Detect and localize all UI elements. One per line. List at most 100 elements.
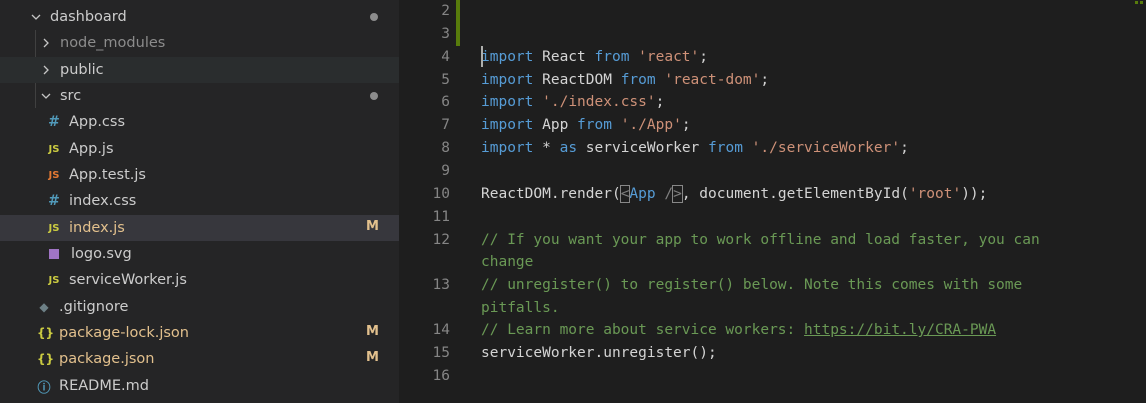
explorer-item-label: dashboard [50, 9, 127, 25]
line-number: 15 [432, 345, 450, 361]
code-line-4[interactable]: import React from 'react'; [481, 46, 708, 69]
explorer-item-label: App.js [69, 141, 114, 157]
string-token: './index.css' [542, 94, 656, 110]
explorer-item-label: .gitignore [59, 299, 129, 315]
code-editor[interactable]: 2 3 4 5 6 7 8 9 10 11 12 13 14 15 16 imp… [399, 0, 1146, 403]
line-number: 5 [441, 72, 450, 88]
chevron-right-icon [40, 64, 52, 76]
modified-badge: M [366, 324, 379, 339]
explorer-item-label: README.md [59, 378, 149, 394]
line-number: 7 [441, 117, 450, 133]
keyword-token: import [481, 94, 534, 110]
chevron-down-icon [30, 11, 42, 23]
css-file-icon: # [48, 193, 60, 209]
code-line-12[interactable]: // If you want your app to work offline … [481, 229, 1040, 252]
punctuation-token: )); [961, 186, 988, 202]
explorer-file-readme-md[interactable]: ⓘ README.md [0, 373, 399, 399]
line-number: 14 [432, 322, 450, 338]
comment-link[interactable]: https://bit.ly/CRA-PWA [804, 322, 996, 338]
chevron-right-icon [40, 37, 52, 49]
keyword-token: as [559, 140, 578, 156]
punctuation-token: ; [699, 49, 708, 65]
git-added-gutter-marker [456, 0, 460, 46]
code-line-15[interactable]: serviceWorker.unregister(); [481, 342, 717, 365]
operator-token: * [533, 140, 560, 156]
string-token: 'root' [908, 186, 962, 202]
line-number: 13 [432, 277, 450, 293]
code-line-13-wrap[interactable]: pitfalls. [481, 297, 560, 320]
explorer-file-app-js[interactable]: JS App.js [0, 136, 399, 162]
line-number: 16 [432, 368, 450, 384]
line-number: 11 [432, 209, 450, 225]
code-line-14[interactable]: // Learn more about service workers: htt… [481, 319, 996, 342]
explorer-folder-public[interactable]: public [0, 57, 399, 83]
identifier-token: serviceWorker [577, 140, 709, 156]
identifier-token: ReactDOM [533, 72, 621, 88]
explorer-item-label: App.css [69, 114, 126, 130]
keyword-token: import [481, 72, 534, 88]
explorer-item-label: logo.svg [71, 246, 132, 262]
svg-file-icon [49, 249, 59, 259]
code-line-8[interactable]: import * as serviceWorker from './servic… [481, 137, 909, 160]
punctuation-token: ; [655, 94, 665, 110]
explorer-file-logo-svg[interactable]: logo.svg [0, 241, 399, 267]
explorer-folder-node-modules[interactable]: node_modules [0, 30, 399, 56]
punctuation-token: ; [681, 117, 691, 133]
punctuation-token: ; [760, 72, 770, 88]
line-number: 6 [441, 94, 450, 110]
explorer-file-gitignore[interactable]: ◆ .gitignore [0, 294, 399, 320]
comment-token: // Learn more about service workers: [481, 322, 805, 338]
code-line-13[interactable]: // unregister() to register() below. Not… [481, 274, 1022, 297]
explorer-file-package-json[interactable]: {} package.json M [0, 346, 399, 372]
identifier-token: App [533, 117, 578, 133]
keyword-token: import [481, 117, 534, 133]
code-line-10[interactable]: ReactDOM.render(<App />, document.getEle… [481, 183, 987, 206]
explorer-item-label: App.test.js [69, 167, 146, 183]
string-token: 'react' [638, 49, 700, 65]
css-file-icon: # [48, 114, 60, 130]
explorer-item-label: src [60, 88, 82, 104]
explorer-item-label: index.js [69, 220, 125, 236]
vscode-window: dashboard node_modules public src # App.… [0, 0, 1146, 403]
explorer-file-serviceworker-js[interactable]: JS serviceWorker.js [0, 267, 399, 293]
jsx-punct-token: / [655, 186, 674, 202]
json-file-icon: {} [37, 352, 55, 366]
js-file-icon: JS [48, 222, 60, 234]
js-file-icon: JS [48, 143, 60, 155]
identifier-token: React [533, 49, 595, 65]
explorer-item-label: node_modules [60, 35, 166, 51]
git-file-icon: ◆ [39, 300, 49, 314]
explorer-sidebar: dashboard node_modules public src # App.… [0, 0, 399, 403]
explorer-file-app-test-js[interactable]: JS App.test.js [0, 162, 399, 188]
explorer-folder-dashboard[interactable]: dashboard [0, 4, 399, 30]
line-number: 12 [432, 232, 450, 248]
text-cursor [481, 46, 483, 67]
explorer-folder-src[interactable]: src [0, 83, 399, 109]
js-test-file-icon: JS [48, 169, 60, 181]
explorer-file-index-css[interactable]: # index.css [0, 188, 399, 214]
modified-badge: M [366, 350, 379, 365]
explorer-file-index-js[interactable]: JS index.js M [0, 215, 399, 241]
line-number: 4 [441, 49, 450, 65]
code-line-6[interactable]: import './index.css'; [481, 91, 664, 114]
info-file-icon: ⓘ [37, 380, 51, 396]
explorer-item-label: index.css [69, 193, 137, 209]
identifier-token: ReactDOM.render( [481, 186, 621, 202]
identifier-token: , document.getElementById( [681, 186, 909, 202]
code-line-5[interactable]: import ReactDOM from 'react-dom'; [481, 69, 769, 92]
explorer-file-package-lock-json[interactable]: {} package-lock.json M [0, 320, 399, 346]
modified-dot-icon [370, 92, 378, 100]
keyword-token: from [708, 140, 743, 156]
bracket-match-token: > [672, 185, 683, 203]
modified-dot-icon [370, 13, 378, 21]
jsx-tag-token: App [629, 186, 656, 202]
code-line-7[interactable]: import App from './App'; [481, 114, 691, 137]
explorer-file-app-css[interactable]: # App.css [0, 109, 399, 135]
explorer-item-label: package.json [59, 351, 155, 367]
explorer-item-label: public [60, 62, 104, 78]
line-number: 2 [441, 3, 450, 19]
string-token: 'react-dom' [664, 72, 761, 88]
explorer-item-label: serviceWorker.js [69, 272, 187, 288]
code-line-12-wrap[interactable]: change [481, 251, 533, 274]
